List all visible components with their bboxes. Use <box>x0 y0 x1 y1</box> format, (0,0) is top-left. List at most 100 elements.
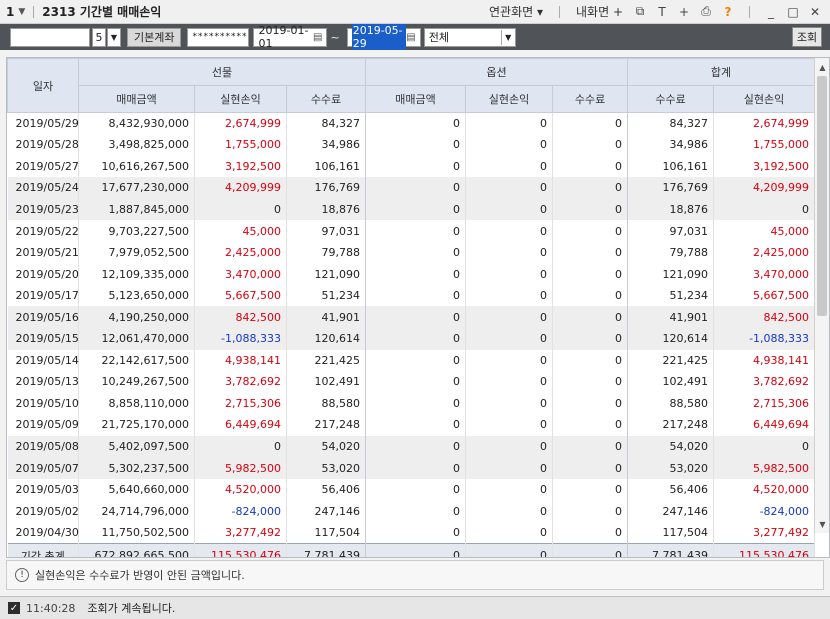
row-options-trade-amount: 0 <box>365 327 467 350</box>
row-futures-realized-pl: 0 <box>194 435 287 458</box>
table-row[interactable]: 2019/05/24 17,677,230,000 4,209,999 176,769… <box>7 177 816 199</box>
row-total-fee: 120,614 <box>627 327 715 350</box>
scroll-up-icon[interactable]: ▲ <box>815 60 829 74</box>
row-futures-trade-amount: 11,750,502,500 <box>78 521 195 544</box>
table-row[interactable]: 2019/05/17 5,123,650,000 5,667,500 51,234 0 0… <box>7 284 816 307</box>
table-row[interactable]: 2019/05/09 21,725,170,000 6,449,694 217,248… <box>7 414 816 436</box>
calendar-icon[interactable]: ▤ <box>313 32 322 43</box>
row-futures-fee: 53,020 <box>286 457 367 479</box>
header-options-realized-pl[interactable]: 실현손익 <box>465 85 554 113</box>
header-futures-fee[interactable]: 수수료 <box>285 85 367 113</box>
row-futures-trade-amount: 10,249,267,500 <box>78 371 195 393</box>
row-futures-realized-pl: 5,667,500 <box>194 284 287 307</box>
window-menu-caret-icon[interactable]: ▼ <box>18 7 25 17</box>
header-futures-realized-pl[interactable]: 실현손익 <box>194 85 287 113</box>
table-row[interactable]: 2019/05/23 1,887,845,000 0 18,876 0 0 0 18,876 0 <box>7 198 816 221</box>
row-total-realized-pl: 2,674,999 <box>713 112 816 135</box>
row-futures-fee: 41,901 <box>286 306 367 328</box>
table-row[interactable]: 2019/05/14 22,142,617,500 4,938,141 221,425… <box>7 349 816 372</box>
table-row[interactable]: 2019/05/22 9,703,227,500 45,000 97,031 0 0 0 97… <box>7 220 816 242</box>
header-options-fee[interactable]: 수수료 <box>552 85 629 113</box>
row-options-trade-amount: 0 <box>365 435 467 458</box>
row-options-realized-pl: 0 <box>465 457 554 479</box>
maximize-icon[interactable]: □ <box>784 5 802 19</box>
table-row[interactable]: 2019/05/28 3,498,825,000 1,755,000 34,986 0 0… <box>7 134 816 156</box>
table-row[interactable]: 2019/05/21 7,979,052,500 2,425,000 79,788 0 0… <box>7 241 816 264</box>
password-field[interactable]: ********** <box>187 27 250 47</box>
related-screens-link[interactable]: 연관화면 ▾ <box>485 3 547 20</box>
window-index[interactable]: 1 <box>6 5 14 19</box>
status-time: 11:40:28 <box>26 601 76 615</box>
row-total-realized-pl: -1,088,333 <box>713 327 816 350</box>
table-row[interactable]: 2019/05/07 5,302,237,500 5,982,500 53,020 0 0… <box>7 457 816 479</box>
row-futures-fee: 84,327 <box>286 112 367 135</box>
date-from-field[interactable]: 2019-01-01 ▤ <box>253 24 328 50</box>
row-futures-fee: 221,425 <box>286 349 367 372</box>
table-row[interactable]: 2019/05/27 10,616,267,500 3,192,500 106,161… <box>7 155 816 178</box>
row-total-fee: 88,580 <box>627 392 715 415</box>
date-to-field[interactable]: 2019-05-29 ▤ <box>346 24 421 50</box>
query-button[interactable]: 조회 <box>792 27 822 47</box>
account-suffix[interactable]: 5 <box>92 27 106 47</box>
row-total-fee: 221,425 <box>627 349 715 372</box>
link-screen-icon[interactable]: ⧉ <box>631 4 649 19</box>
row-total-fee: 54,020 <box>627 435 715 458</box>
row-options-fee: 0 <box>552 306 629 328</box>
table-row[interactable]: 2019/05/02 24,714,796,000 -824,000 247,146 0… <box>7 500 816 522</box>
account-number-field[interactable] <box>10 27 90 47</box>
close-icon[interactable]: ✕ <box>806 5 824 19</box>
table-row[interactable]: 2019/05/20 12,109,335,000 3,470,000 121,090… <box>7 263 816 285</box>
row-options-realized-pl: 0 <box>465 112 554 135</box>
row-options-fee: 0 <box>552 349 629 372</box>
scroll-thumb[interactable] <box>817 76 827 316</box>
row-total-realized-pl: 5,982,500 <box>713 457 816 479</box>
print-icon[interactable]: ⎙ <box>697 4 715 19</box>
header-total-realized-pl[interactable]: 실현손익 <box>713 85 816 113</box>
row-futures-trade-amount: 17,677,230,000 <box>78 177 195 199</box>
total-options-realized-pl: 0 <box>465 542 554 557</box>
table-row[interactable]: 2019/05/29 8,432,930,000 2,674,999 84,327 0 0… <box>7 112 816 135</box>
row-futures-realized-pl: 3,782,692 <box>194 371 287 393</box>
calendar-icon[interactable]: ▤ <box>406 32 415 43</box>
row-total-fee: 34,986 <box>627 134 715 156</box>
table-row[interactable]: 2019/05/15 12,061,470,000 -1,088,333 120,61… <box>7 327 816 350</box>
table-row[interactable]: 2019/05/10 8,858,110,000 2,715,306 88,580 0 0… <box>7 392 816 415</box>
row-options-trade-amount: 0 <box>365 306 467 328</box>
row-options-realized-pl: 0 <box>465 392 554 415</box>
row-futures-trade-amount: 5,640,660,000 <box>78 478 195 501</box>
table-row[interactable]: 2019/05/16 4,190,250,000 842,500 41,901 0 0 0 4… <box>7 306 816 328</box>
row-options-realized-pl: 0 <box>465 327 554 350</box>
header-total-fee[interactable]: 수수료 <box>627 85 715 113</box>
row-options-fee: 0 <box>552 241 629 264</box>
table-row[interactable]: 2019/05/08 5,402,097,500 0 54,020 0 0 0 54,020 0 <box>7 435 816 458</box>
title-bar: 1 ▼ 2313 기간별 매매손익 연관화면 ▾ 내화면 + ⧉ T + ⎙ ?… <box>0 0 830 24</box>
header-date[interactable]: 일자 <box>7 58 79 113</box>
scroll-down-icon[interactable]: ▼ <box>815 517 829 531</box>
info-note-text: 실현손익은 수수료가 반영이 안된 금액입니다. <box>35 569 245 582</box>
filter-select[interactable]: 전체 ▼ <box>423 27 516 47</box>
minimize-icon[interactable]: _ <box>762 5 780 19</box>
row-date: 2019/05/20 <box>7 263 79 285</box>
row-options-trade-amount: 0 <box>365 457 467 479</box>
status-message: 조회가 계속됩니다. <box>87 602 176 615</box>
total-row[interactable]: 기간 총계 672,892,665,500 115,530,476 7,781,… <box>7 542 816 557</box>
header-futures-trade-amount[interactable]: 매매금액 <box>78 85 195 113</box>
chevron-down-icon[interactable]: ▼ <box>500 29 515 45</box>
account-dropdown-icon[interactable]: ▼ <box>107 27 121 47</box>
my-screens-link[interactable]: 내화면 + <box>572 3 627 20</box>
checkbox-icon[interactable]: ✓ <box>8 602 20 614</box>
table-row[interactable]: 2019/05/03 5,640,660,000 4,520,000 56,406 0 0… <box>7 478 816 501</box>
table-row[interactable]: 2019/05/13 10,249,267,500 3,782,692 102,491… <box>7 371 816 393</box>
row-futures-realized-pl: 3,277,492 <box>194 521 287 544</box>
status-bar: ✓ 11:40:28 조회가 계속됩니다. <box>0 596 830 619</box>
row-total-realized-pl: 4,520,000 <box>713 478 816 501</box>
row-options-trade-amount: 0 <box>365 392 467 415</box>
row-options-trade-amount: 0 <box>365 241 467 264</box>
table-row[interactable]: 2019/04/30 11,750,502,500 3,277,492 117,504… <box>7 521 816 544</box>
add-icon[interactable]: + <box>675 5 693 19</box>
font-size-icon[interactable]: T <box>653 5 671 19</box>
help-icon[interactable]: ? <box>719 5 737 19</box>
row-date: 2019/05/10 <box>7 392 79 415</box>
header-options-trade-amount[interactable]: 매매금액 <box>365 85 467 113</box>
vertical-scrollbar[interactable]: ▲ ▼ <box>814 58 829 533</box>
